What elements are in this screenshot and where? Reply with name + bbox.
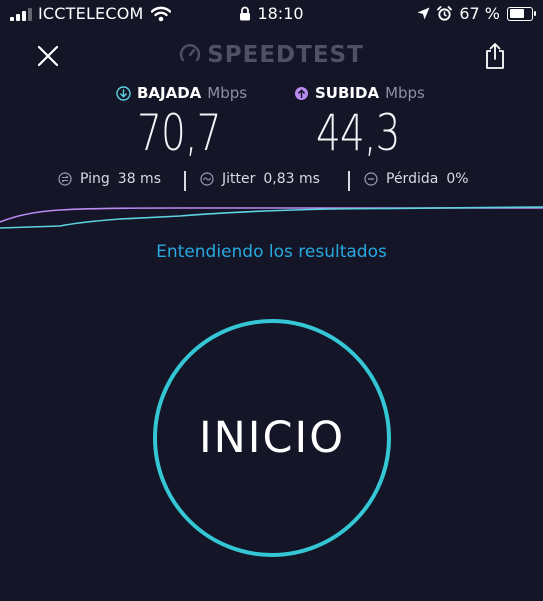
ping-value: 38 ms <box>117 171 161 187</box>
battery-icon <box>507 6 536 21</box>
start-button[interactable]: INICIO <box>153 319 391 557</box>
status-bar: ICCTELECOM 18:10 67 % <box>0 0 543 28</box>
understand-results-link[interactable]: Entendiendo los resultados <box>0 242 543 262</box>
jitter-value: 0,83 ms <box>263 171 320 187</box>
brand-name: SPEEDTEST <box>207 42 364 68</box>
stats-divider <box>184 171 186 191</box>
speed-graph <box>0 206 543 229</box>
jitter-stat: Jitter 0,83 ms <box>200 171 320 187</box>
gauge-icon <box>180 44 201 62</box>
upload-unit: Mbps <box>385 84 425 102</box>
download-header: BAJADA Mbps <box>116 84 247 102</box>
download-graph-line <box>0 206 543 229</box>
alarm-icon <box>437 6 453 21</box>
upload-header: SUBIDA Mbps <box>294 84 425 102</box>
battery-percent: 67 % <box>459 4 500 23</box>
lock-icon <box>240 6 251 21</box>
status-time: 18:10 <box>257 4 304 23</box>
stats-row: Ping 38 ms Jitter 0,83 ms Pérdida 0% <box>0 171 543 193</box>
share-icon[interactable] <box>484 42 506 70</box>
upload-value: 44,3 <box>316 104 400 162</box>
loss-value: 0% <box>446 171 469 187</box>
ping-stat: Ping 38 ms <box>58 171 161 187</box>
jitter-icon <box>200 172 214 186</box>
ping-label: Ping <box>80 171 110 187</box>
status-right: 67 % <box>417 4 536 23</box>
download-value: 70,7 <box>137 104 221 162</box>
brand-logo: SPEEDTEST <box>0 42 543 68</box>
loss-icon <box>364 172 378 186</box>
download-arrow-icon <box>116 85 131 101</box>
download-label: BAJADA <box>137 84 202 102</box>
upload-arrow-icon <box>295 86 308 100</box>
jitter-label: Jitter <box>222 171 256 187</box>
upload-label: SUBIDA <box>315 84 380 102</box>
loss-stat: Pérdida 0% <box>364 171 469 187</box>
loss-label: Pérdida <box>386 171 439 187</box>
stats-divider <box>348 171 350 191</box>
location-icon <box>417 7 430 20</box>
ping-icon <box>58 172 72 186</box>
download-unit: Mbps <box>207 84 248 102</box>
top-bar: SPEEDTEST <box>0 38 543 74</box>
